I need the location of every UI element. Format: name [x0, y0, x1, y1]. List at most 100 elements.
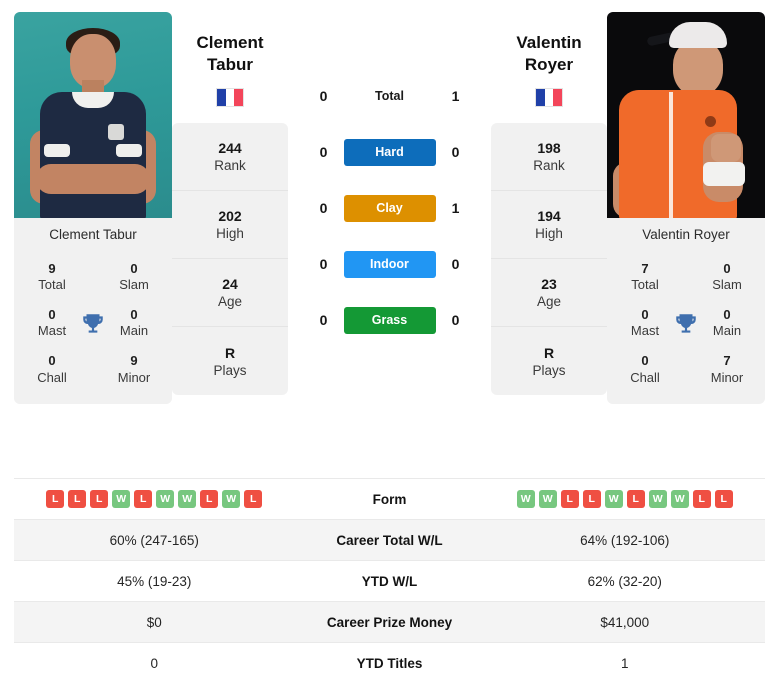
right-player-name: Valentin Royer [491, 12, 607, 76]
titles-chall: 0 Chall [26, 353, 78, 386]
left-player-attributes-column: Clement Tabur 244 Rank 202 High 24 Age R… [172, 12, 288, 396]
form-badge-l[interactable]: L [90, 490, 109, 508]
h2h-surface-grass[interactable]: Grass [343, 306, 436, 334]
titles-main-label: Main [712, 323, 742, 339]
form-badge-l[interactable]: L [134, 490, 153, 508]
left-player-photo-column: Clement Tabur 9 Total 0 Slam 0 Mast 0 Ma… [14, 12, 172, 405]
form-right: WWLLWLWWLL [485, 490, 766, 508]
form-badge-w[interactable]: W [538, 490, 557, 508]
form-badges-right: WWLLWLWWLL [485, 490, 766, 508]
row-label-ytd-titles: YTD Titles [356, 655, 423, 671]
surface-badge-hard[interactable]: Hard [343, 138, 436, 166]
form-badge-l[interactable]: L [244, 490, 263, 508]
titles-mast-value: 0 [641, 307, 649, 323]
ytd-titles-left: 0 [150, 655, 158, 671]
h2h-surface-indoor[interactable]: Indoor [343, 250, 436, 278]
surface-badge-grass[interactable]: Grass [343, 306, 436, 334]
form-badge-w[interactable]: W [516, 490, 535, 508]
titles-minor-label: Minor [710, 369, 744, 385]
form-badge-w[interactable]: W [112, 490, 131, 508]
portrait-shirt-stripe [669, 92, 673, 218]
career-prize-money-right: $41,000 [600, 614, 650, 630]
titles-slam-value: 0 [723, 261, 731, 276]
right-high-value: 194 [537, 208, 561, 225]
form-badges-left: LLLWLWWLWL [14, 490, 295, 508]
form-badge-l[interactable]: L [692, 490, 711, 508]
left-attr-plays: R Plays [172, 327, 288, 395]
table-row-career-prize-money: $0 Career Prize Money $41,000 [14, 601, 765, 642]
form-left: LLLWLWWLWL [14, 490, 295, 508]
titles-total-value: 9 [48, 261, 56, 276]
titles-chall-value: 0 [48, 353, 56, 369]
right-rank-value: 198 [537, 140, 561, 157]
titles-total-value: 7 [641, 261, 649, 276]
ytd-wl-right: 62% (32-20) [587, 573, 662, 589]
left-attr-age: 24 Age [172, 259, 288, 328]
form-badge-l[interactable]: L [46, 490, 65, 508]
right-player-first-name: Valentin [516, 33, 582, 52]
row-label-career-prize-money: Career Prize Money [326, 614, 453, 630]
ytd-titles-right: 1 [620, 655, 629, 671]
left-attr-rank: 244 Rank [172, 123, 288, 192]
form-badge-w[interactable]: W [604, 490, 623, 508]
titles-mast-label: Mast [630, 323, 660, 339]
form-badge-l[interactable]: L [560, 490, 579, 508]
right-age-value: 23 [541, 276, 557, 293]
titles-minor: 9 Minor [108, 353, 160, 386]
form-badge-w[interactable]: W [178, 490, 197, 508]
form-badge-w[interactable]: W [648, 490, 667, 508]
career-prize-money-left: $0 [146, 614, 162, 630]
h2h-surface-hard[interactable]: Hard [343, 138, 436, 166]
titles-slam: 0 Slam [108, 261, 160, 294]
surface-badge-indoor[interactable]: Indoor [343, 250, 436, 278]
left-attr-high: 202 High [172, 191, 288, 260]
head-to-head-column: 0 Total 1 0 Hard 0 0 Clay 1 0 Indoor 0 0… [288, 12, 491, 348]
right-attr-high: 194 High [491, 191, 607, 260]
left-rank-value: 244 [218, 140, 242, 157]
table-row-career-total-wl: 60% (247-165) Career Total W/L 64% (192-… [14, 519, 765, 560]
titles-mast: 0 Mast [26, 307, 78, 340]
form-badge-w[interactable]: W [156, 490, 175, 508]
portrait-head [673, 40, 723, 96]
form-badge-l[interactable]: L [626, 490, 645, 508]
surface-badge-clay[interactable]: Clay [343, 194, 436, 222]
titles-chall: 0 Chall [619, 353, 671, 386]
titles-row-mast-main: 0 Mast 0 Main [22, 300, 164, 346]
right-attribute-card: 198 Rank 194 High 23 Age R Plays [491, 123, 607, 396]
h2h-label-total: Total [375, 89, 404, 103]
table-row-ytd-wl: 45% (19-23) YTD W/L 62% (32-20) [14, 560, 765, 601]
titles-mast-value: 0 [48, 307, 56, 323]
form-badge-l[interactable]: L [68, 490, 87, 508]
titles-row-chall-minor: 0 Chall 7 Minor [615, 346, 757, 392]
left-age-label: Age [217, 294, 243, 310]
row-label-ytd-wl: YTD W/L [361, 573, 418, 589]
comparison-top-section: Clement Tabur 9 Total 0 Slam 0 Mast 0 Ma… [0, 0, 779, 470]
left-plays-value: R [224, 344, 236, 361]
right-player-titles-card: 7 Total 0 Slam 0 Mast 0 Main 0 Chall 7 M… [607, 250, 765, 405]
h2h-surface-clay[interactable]: Clay [343, 194, 436, 222]
form-badge-w[interactable]: W [222, 490, 241, 508]
portrait-cap [669, 22, 727, 48]
player-comparison-page: Clement Tabur 9 Total 0 Slam 0 Mast 0 Ma… [0, 0, 779, 699]
portrait-shirt-logo [108, 124, 124, 140]
right-player-photo-column: Valentin Royer 7 Total 0 Slam 0 Mast 0 M… [607, 12, 765, 405]
h2h-left-value: 0 [319, 88, 328, 104]
titles-main-value: 0 [723, 307, 731, 323]
h2h-left-value: 0 [319, 312, 328, 328]
trophy-icon [80, 311, 106, 337]
form-badge-w[interactable]: W [670, 490, 689, 508]
form-badge-l[interactable]: L [582, 490, 601, 508]
right-high-label: High [535, 226, 563, 242]
titles-row-mast-main: 0 Mast 0 Main [615, 300, 757, 346]
right-player-name-strip: Valentin Royer [607, 218, 765, 250]
left-rank-label: Rank [214, 158, 246, 174]
form-badge-l[interactable]: L [714, 490, 733, 508]
h2h-left-value: 0 [319, 144, 328, 160]
ytd-wl-left: 45% (19-23) [117, 573, 192, 589]
h2h-left-value: 0 [319, 256, 328, 272]
titles-row-chall-minor: 0 Chall 9 Minor [22, 346, 164, 392]
portrait-right-cuff [116, 144, 142, 157]
titles-main: 0 Main [701, 307, 753, 340]
form-badge-l[interactable]: L [200, 490, 219, 508]
portrait-left-cuff [44, 144, 70, 157]
